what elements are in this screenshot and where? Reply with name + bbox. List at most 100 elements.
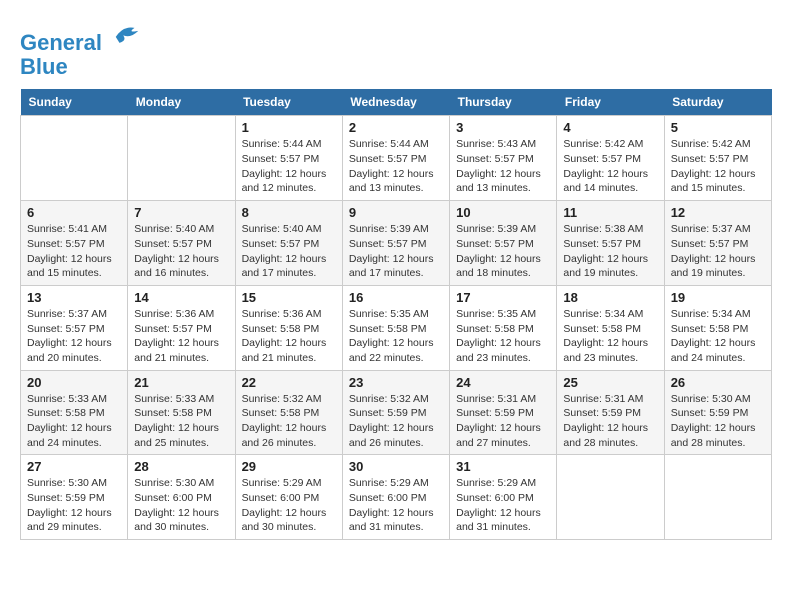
calendar-cell: 15 Sunrise: 5:36 AM Sunset: 5:58 PM Dayli…	[235, 285, 342, 370]
calendar-cell	[21, 116, 128, 201]
day-info: Sunrise: 5:41 AM Sunset: 5:57 PM Dayligh…	[27, 222, 121, 281]
calendar-cell: 25Sunrise: 5:31 AM Sunset: 5:59 PM Dayli…	[557, 370, 664, 455]
calendar-cell: 27 Sunrise: 5:30 AM Sunset: 5:59 PM Dayli…	[21, 455, 128, 540]
day-info: Sunrise: 5:30 AM Sunset: 5:59 PM Dayligh…	[671, 392, 765, 451]
calendar-cell: 18 Sunrise: 5:34 AM Sunset: 5:58 PM Dayli…	[557, 285, 664, 370]
calendar-cell: 20 Sunrise: 5:33 AM Sunset: 5:58 PM Dayli…	[21, 370, 128, 455]
logo-bird-icon	[112, 20, 142, 50]
header-monday: Monday	[128, 89, 235, 116]
day-number: 30	[349, 459, 443, 474]
day-info: Sunrise: 5:33 AM Sunset: 5:58 PM Dayligh…	[27, 392, 121, 451]
day-info: Sunrise: 5:44 AM Sunset: 5:57 PM Dayligh…	[349, 137, 443, 196]
day-info: Sunrise: 5:30 AM Sunset: 5:59 PM Dayligh…	[27, 476, 121, 535]
day-number: 12	[671, 205, 765, 220]
calendar-cell: 11 Sunrise: 5:38 AM Sunset: 5:57 PM Dayli…	[557, 201, 664, 286]
calendar-cell: 30 Sunrise: 5:29 AM Sunset: 6:00 PM Dayli…	[342, 455, 449, 540]
header-saturday: Saturday	[664, 89, 771, 116]
page-header: General Blue	[20, 20, 772, 79]
week-row-3: 13 Sunrise: 5:37 AM Sunset: 5:57 PM Dayli…	[21, 285, 772, 370]
day-info: Sunrise: 5:33 AM Sunset: 5:58 PM Dayligh…	[134, 392, 228, 451]
day-info: Sunrise: 5:36 AM Sunset: 5:58 PM Dayligh…	[242, 307, 336, 366]
calendar-cell: 31 Sunrise: 5:29 AM Sunset: 6:00 PM Dayli…	[450, 455, 557, 540]
day-number: 19	[671, 290, 765, 305]
logo: General Blue	[20, 20, 142, 79]
calendar-cell: 3 Sunrise: 5:43 AM Sunset: 5:57 PM Daylig…	[450, 116, 557, 201]
days-header-row: SundayMondayTuesdayWednesdayThursdayFrid…	[21, 89, 772, 116]
day-number: 17	[456, 290, 550, 305]
day-number: 22	[242, 375, 336, 390]
day-number: 16	[349, 290, 443, 305]
logo-text: General	[20, 20, 142, 55]
day-number: 27	[27, 459, 121, 474]
day-number: 28	[134, 459, 228, 474]
calendar-cell: 13 Sunrise: 5:37 AM Sunset: 5:57 PM Dayli…	[21, 285, 128, 370]
week-row-1: 1Sunrise: 5:44 AM Sunset: 5:57 PM Daylig…	[21, 116, 772, 201]
day-info: Sunrise: 5:42 AM Sunset: 5:57 PM Dayligh…	[671, 137, 765, 196]
calendar-cell	[557, 455, 664, 540]
day-info: Sunrise: 5:32 AM Sunset: 5:58 PM Dayligh…	[242, 392, 336, 451]
week-row-5: 27 Sunrise: 5:30 AM Sunset: 5:59 PM Dayli…	[21, 455, 772, 540]
day-info: Sunrise: 5:29 AM Sunset: 6:00 PM Dayligh…	[456, 476, 550, 535]
day-info: Sunrise: 5:36 AM Sunset: 5:57 PM Dayligh…	[134, 307, 228, 366]
day-info: Sunrise: 5:40 AM Sunset: 5:57 PM Dayligh…	[134, 222, 228, 281]
day-number: 2	[349, 120, 443, 135]
day-info: Sunrise: 5:38 AM Sunset: 5:57 PM Dayligh…	[563, 222, 657, 281]
day-number: 13	[27, 290, 121, 305]
calendar-cell: 22 Sunrise: 5:32 AM Sunset: 5:58 PM Dayli…	[235, 370, 342, 455]
calendar-cell: 24 Sunrise: 5:31 AM Sunset: 5:59 PM Dayli…	[450, 370, 557, 455]
day-info: Sunrise: 5:35 AM Sunset: 5:58 PM Dayligh…	[349, 307, 443, 366]
calendar-cell: 8Sunrise: 5:40 AM Sunset: 5:57 PM Daylig…	[235, 201, 342, 286]
calendar-cell: 21 Sunrise: 5:33 AM Sunset: 5:58 PM Dayli…	[128, 370, 235, 455]
day-number: 21	[134, 375, 228, 390]
day-number: 6	[27, 205, 121, 220]
header-friday: Friday	[557, 89, 664, 116]
calendar-table: SundayMondayTuesdayWednesdayThursdayFrid…	[20, 89, 772, 540]
day-number: 23	[349, 375, 443, 390]
day-number: 3	[456, 120, 550, 135]
day-info: Sunrise: 5:39 AM Sunset: 5:57 PM Dayligh…	[456, 222, 550, 281]
day-number: 9	[349, 205, 443, 220]
day-info: Sunrise: 5:31 AM Sunset: 5:59 PM Dayligh…	[456, 392, 550, 451]
week-row-4: 20 Sunrise: 5:33 AM Sunset: 5:58 PM Dayli…	[21, 370, 772, 455]
day-info: Sunrise: 5:29 AM Sunset: 6:00 PM Dayligh…	[242, 476, 336, 535]
day-number: 24	[456, 375, 550, 390]
day-number: 15	[242, 290, 336, 305]
calendar-cell: 7 Sunrise: 5:40 AM Sunset: 5:57 PM Daylig…	[128, 201, 235, 286]
calendar-cell	[128, 116, 235, 201]
day-info: Sunrise: 5:31 AM Sunset: 5:59 PM Dayligh…	[563, 392, 657, 451]
day-info: Sunrise: 5:34 AM Sunset: 5:58 PM Dayligh…	[671, 307, 765, 366]
day-info: Sunrise: 5:34 AM Sunset: 5:58 PM Dayligh…	[563, 307, 657, 366]
header-sunday: Sunday	[21, 89, 128, 116]
day-info: Sunrise: 5:44 AM Sunset: 5:57 PM Dayligh…	[242, 137, 336, 196]
day-number: 7	[134, 205, 228, 220]
calendar-cell: 1Sunrise: 5:44 AM Sunset: 5:57 PM Daylig…	[235, 116, 342, 201]
calendar-cell: 12 Sunrise: 5:37 AM Sunset: 5:57 PM Dayli…	[664, 201, 771, 286]
calendar-cell: 10 Sunrise: 5:39 AM Sunset: 5:57 PM Dayli…	[450, 201, 557, 286]
day-number: 4	[563, 120, 657, 135]
calendar-cell: 2 Sunrise: 5:44 AM Sunset: 5:57 PM Daylig…	[342, 116, 449, 201]
day-number: 29	[242, 459, 336, 474]
calendar-cell: 6 Sunrise: 5:41 AM Sunset: 5:57 PM Daylig…	[21, 201, 128, 286]
day-number: 31	[456, 459, 550, 474]
calendar-cell: 5 Sunrise: 5:42 AM Sunset: 5:57 PM Daylig…	[664, 116, 771, 201]
calendar-cell: 19 Sunrise: 5:34 AM Sunset: 5:58 PM Dayli…	[664, 285, 771, 370]
day-info: Sunrise: 5:43 AM Sunset: 5:57 PM Dayligh…	[456, 137, 550, 196]
day-info: Sunrise: 5:37 AM Sunset: 5:57 PM Dayligh…	[671, 222, 765, 281]
day-number: 20	[27, 375, 121, 390]
day-number: 11	[563, 205, 657, 220]
day-number: 10	[456, 205, 550, 220]
day-number: 5	[671, 120, 765, 135]
day-info: Sunrise: 5:30 AM Sunset: 6:00 PM Dayligh…	[134, 476, 228, 535]
logo-general: General	[20, 30, 102, 55]
day-number: 18	[563, 290, 657, 305]
calendar-cell: 28 Sunrise: 5:30 AM Sunset: 6:00 PM Dayli…	[128, 455, 235, 540]
calendar-cell: 26Sunrise: 5:30 AM Sunset: 5:59 PM Dayli…	[664, 370, 771, 455]
day-info: Sunrise: 5:37 AM Sunset: 5:57 PM Dayligh…	[27, 307, 121, 366]
header-wednesday: Wednesday	[342, 89, 449, 116]
calendar-cell: 16 Sunrise: 5:35 AM Sunset: 5:58 PM Dayli…	[342, 285, 449, 370]
calendar-cell: 9Sunrise: 5:39 AM Sunset: 5:57 PM Daylig…	[342, 201, 449, 286]
day-info: Sunrise: 5:29 AM Sunset: 6:00 PM Dayligh…	[349, 476, 443, 535]
day-number: 14	[134, 290, 228, 305]
day-info: Sunrise: 5:35 AM Sunset: 5:58 PM Dayligh…	[456, 307, 550, 366]
day-info: Sunrise: 5:42 AM Sunset: 5:57 PM Dayligh…	[563, 137, 657, 196]
